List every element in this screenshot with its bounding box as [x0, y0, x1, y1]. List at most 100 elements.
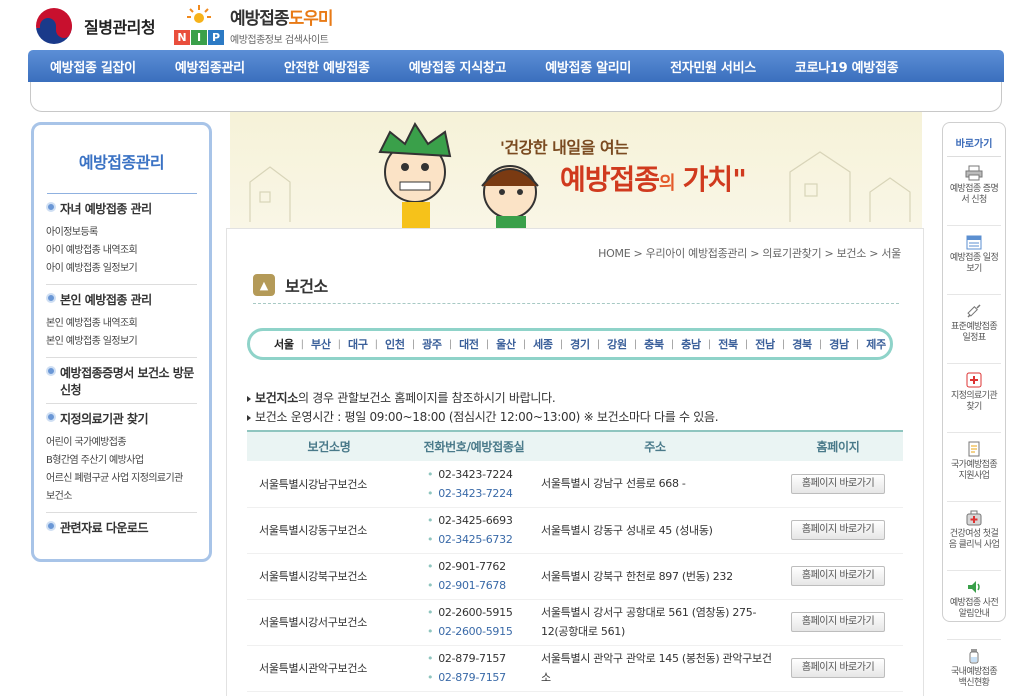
- col-header-addr: 주소: [537, 430, 773, 461]
- region-tab[interactable]: 경남: [829, 336, 849, 352]
- nav-alert[interactable]: 예방접종 알리미: [545, 57, 631, 76]
- region-tab[interactable]: 대전: [459, 336, 479, 352]
- homepage-button[interactable]: 홈페이지 바로가기: [791, 658, 885, 678]
- quick-menu-title: 바로가기: [947, 123, 1001, 157]
- sub-nav-bar: [30, 82, 1002, 112]
- sidebar-item[interactable]: 아이 예방접종 일정보기: [46, 260, 197, 278]
- quick-item-clinic[interactable]: 지정의료기관 찾기: [947, 364, 1001, 433]
- health-center-table: 보건소명 전화번호/예방접종실 주소 홈페이지 서울특별시강남구보건소 02-3…: [247, 430, 903, 692]
- quick-item-vaccine[interactable]: 국내예방접종 백신현황: [947, 640, 1001, 696]
- sidebar-title: 예방접종관리: [78, 153, 165, 172]
- kdca-logo-link[interactable]: 질병관리청: [34, 6, 156, 46]
- sidebar-item[interactable]: B형간염 주산기 예방사업: [46, 452, 197, 470]
- site-subtitle: 예방접종정보 검색사이트: [230, 35, 329, 46]
- nip-letter-n: N: [174, 30, 190, 45]
- left-sidebar: 예방접종관리 자녀 예방접종 관리 아이정보등록 아이 예방접종 내역조회 아이…: [31, 122, 212, 562]
- homepage-button[interactable]: 홈페이지 바로가기: [791, 520, 885, 540]
- col-header-homepage: 홈페이지: [773, 430, 903, 461]
- region-tab[interactable]: 전남: [755, 336, 775, 352]
- breadcrumb: HOME > 우리아이 예방접종관리 > 의료기관찾기 > 보건소 > 서울: [598, 247, 901, 260]
- speaker-icon: [965, 579, 983, 595]
- main-nav: 예방접종 길잡이 예방접종관리 안전한 예방접종 예방접종 지식창고 예방접종 …: [28, 50, 1004, 82]
- homepage-button[interactable]: 홈페이지 바로가기: [791, 612, 885, 632]
- sidebar-item[interactable]: 아이정보등록: [46, 224, 197, 242]
- region-tab[interactable]: 울산: [496, 336, 516, 352]
- nav-guide[interactable]: 예방접종 길잡이: [50, 57, 136, 76]
- nav-e-service[interactable]: 전자민원 서비스: [670, 57, 756, 76]
- banner-headline: 예방접종의 가치": [560, 163, 747, 196]
- sidebar-head-certificate[interactable]: 예방접종증명서 보건소 방문신청: [46, 358, 197, 403]
- quick-item-support[interactable]: 국가예방접종 지원사업: [947, 433, 1001, 502]
- table-row: 서울특별시강남구보건소 02-3423-722402-3423-7224 서울특…: [247, 461, 903, 508]
- sidebar-item[interactable]: 본인 예방접종 내역조회: [46, 315, 197, 333]
- region-tab[interactable]: 광주: [422, 336, 442, 352]
- region-tab[interactable]: 경기: [570, 336, 590, 352]
- region-tab[interactable]: 대구: [348, 336, 368, 352]
- notice-text: 보건지소의 경우 관할보건소 홈페이지를 참조하시기 바랍니다. 보건소 운영시…: [247, 389, 719, 427]
- sidebar-item[interactable]: 본인 예방접종 일정보기: [46, 333, 197, 351]
- region-tab[interactable]: 인천: [385, 336, 405, 352]
- org-name: 질병관리청: [84, 18, 156, 37]
- sun-icon: [187, 5, 211, 23]
- quick-item-schedule[interactable]: 예방접종 일정보기: [947, 226, 1001, 295]
- region-tab[interactable]: 전북: [718, 336, 738, 352]
- sidebar-section-self: 본인 예방접종 관리 본인 예방접종 내역조회 본인 예방접종 일정보기: [46, 285, 197, 358]
- sidebar-section-clinic: 지정의료기관 찾기 어린이 국가예방접종 B형간염 주산기 예방사업 어르신 폐…: [46, 404, 197, 513]
- quick-item-certificate[interactable]: 예방접종 증명서 신청: [947, 157, 1001, 226]
- vaccine-icon: [965, 648, 983, 664]
- page-title: ▲ 보건소: [253, 273, 328, 297]
- region-tab[interactable]: 충남: [681, 336, 701, 352]
- bullet-icon: [46, 521, 56, 531]
- main-content: HOME > 우리아이 예방접종관리 > 의료기관찾기 > 보건소 > 서울 ▲…: [226, 228, 924, 696]
- table-row: 서울특별시강동구보건소 02-3425-669302-3425-6732 서울특…: [247, 507, 903, 554]
- region-tab[interactable]: 부산: [311, 336, 331, 352]
- hospital-marker-icon: ▲: [253, 274, 275, 296]
- sidebar-head-child[interactable]: 자녀 예방접종 관리: [46, 194, 197, 222]
- bullet-icon: [46, 412, 56, 422]
- bullet-icon: [46, 293, 56, 303]
- sidebar-item[interactable]: 아이 예방접종 내역조회: [46, 242, 197, 260]
- site-header: 질병관리청 N I P 예방접종도우미 예방접종정보 검색사이트: [0, 0, 1030, 50]
- col-header-tel: 전화번호/예방접종실: [411, 430, 537, 461]
- bullet-icon: [46, 366, 56, 376]
- homepage-button[interactable]: 홈페이지 바로가기: [791, 473, 885, 494]
- sidebar-item[interactable]: 어린이 국가예방접종: [46, 434, 197, 452]
- sidebar-head-download[interactable]: 관련자료 다운로드: [46, 513, 197, 541]
- sidebar-item-active[interactable]: 보건소: [46, 488, 197, 506]
- nav-management[interactable]: 예방접종관리: [175, 57, 245, 76]
- region-tab[interactable]: 강원: [607, 336, 627, 352]
- region-tab[interactable]: 세종: [533, 336, 553, 352]
- hero-banner: '건강한 내일을 여는 예방접종의 가치": [230, 112, 922, 228]
- quick-item-alert[interactable]: 예방접종 사전알림안내: [947, 571, 1001, 640]
- quick-item-standard[interactable]: 표준예방접종 일정표: [947, 295, 1001, 364]
- region-tab[interactable]: 충북: [644, 336, 664, 352]
- nip-logo-link[interactable]: N I P 예방접종도우미 예방접종정보 검색사이트: [174, 4, 333, 46]
- quick-menu: 바로가기 예방접종 증명서 신청 예방접종 일정보기 표준예방접종 일정표 지정…: [942, 122, 1006, 688]
- syringe-icon: [965, 303, 983, 319]
- table-row: 서울특별시관악구보건소 02-879-715702-879-7157 서울특별시…: [247, 645, 903, 692]
- col-header-name: 보건소명: [247, 430, 411, 461]
- kdca-emblem-icon: [34, 6, 74, 46]
- region-tab-seoul[interactable]: 서울: [274, 336, 294, 352]
- nav-safe[interactable]: 안전한 예방접종: [284, 57, 370, 76]
- printer-icon: [965, 165, 983, 181]
- site-title: 예방접종도우미: [230, 9, 333, 29]
- nav-covid19[interactable]: 코로나19 예방접종: [795, 57, 899, 76]
- nav-knowledge[interactable]: 예방접종 지식창고: [409, 57, 507, 76]
- sidebar-head-self[interactable]: 본인 예방접종 관리: [46, 285, 197, 313]
- quick-item-women[interactable]: 건강여성 첫걸음 클리닉 사업: [947, 502, 1001, 571]
- table-row: 서울특별시강서구보건소 02-2600-591502-2600-5915 서울특…: [247, 599, 903, 646]
- nip-letter-i: I: [191, 30, 207, 45]
- sidebar-head-clinic[interactable]: 지정의료기관 찾기: [46, 404, 197, 432]
- nip-letter-p: P: [208, 30, 224, 45]
- region-tab[interactable]: 경북: [792, 336, 812, 352]
- region-tab[interactable]: 제주: [866, 336, 886, 352]
- hospital-icon: [965, 372, 983, 388]
- sidebar-item[interactable]: 어르신 폐렴구균 사업 지정의료기관: [46, 470, 197, 488]
- banner-slogan: '건강한 내일을 여는: [500, 138, 629, 157]
- homepage-button[interactable]: 홈페이지 바로가기: [791, 566, 885, 586]
- table-row: 서울특별시강북구보건소 02-901-776202-901-7678 서울특별시…: [247, 553, 903, 600]
- medkit-icon: [965, 510, 983, 526]
- bullet-icon: [46, 202, 56, 212]
- calendar-icon: [965, 234, 983, 250]
